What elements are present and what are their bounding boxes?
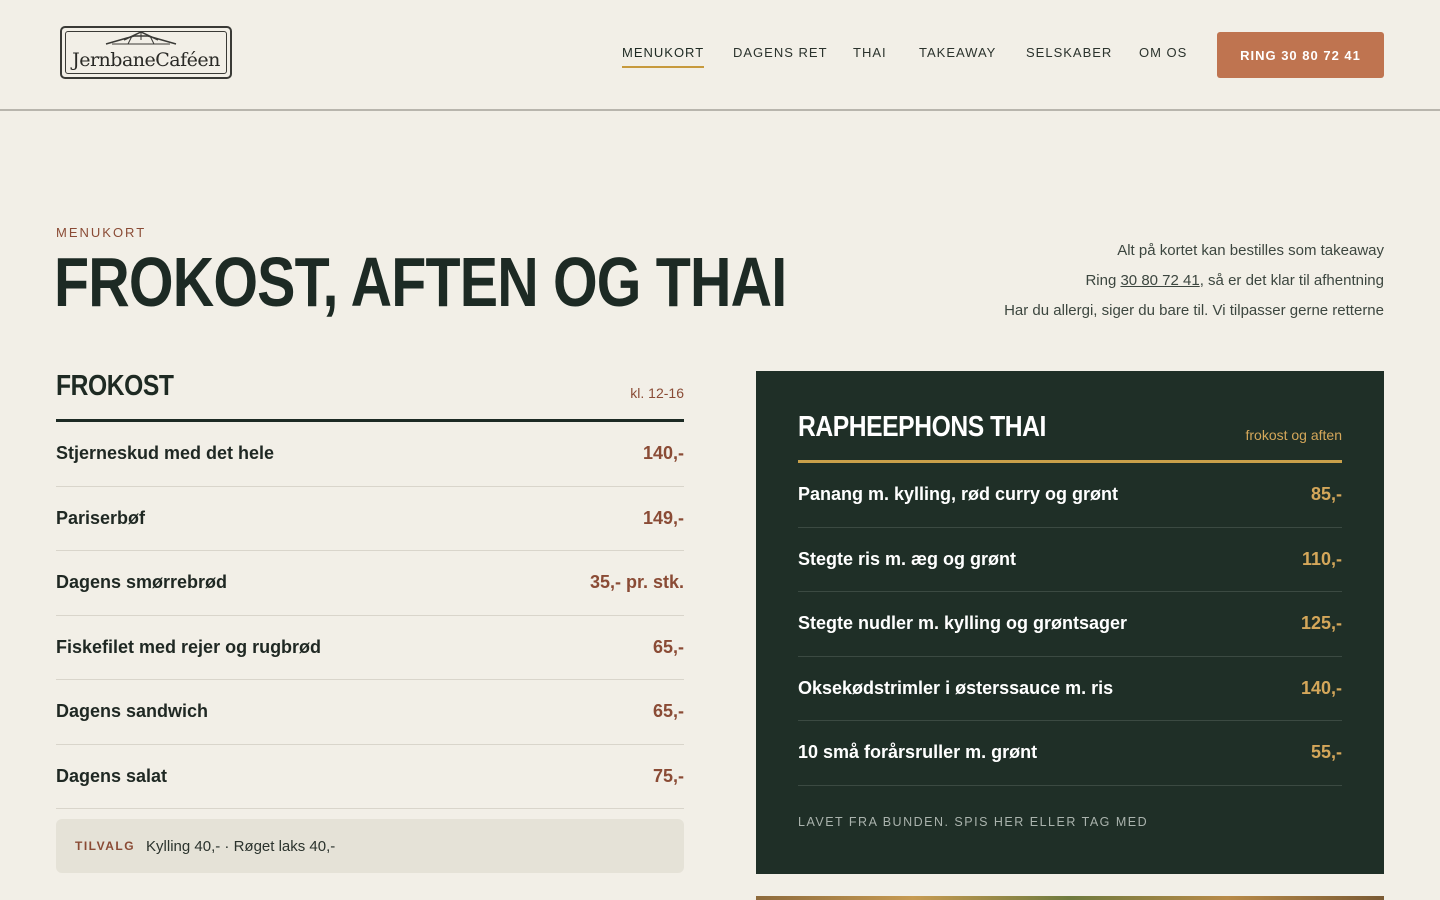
frokost-section: FROKOST kl. 12-16 Stjerneskud med det he… [56,370,684,873]
train-roof-icon [105,31,177,45]
tilvalg-text: Kylling 40,- · Røget laks 40,- [146,837,336,855]
item-price: 110,- [1301,548,1342,569]
item-name: Oksekødstrimler i østerssauce m. ris [798,677,1114,698]
thai-time: frokost og aften [1245,427,1342,443]
page-title: FROKOST, AFTEN OG THAI [54,243,787,321]
site-header: JernbaneCaféen MENUKORT DAGENS RET THAI … [0,0,1440,111]
item-name: Dagens salat [56,765,168,786]
item-name: Stjerneskud med det hele [56,443,275,464]
item-name: Fiskefilet med rejer og rugbrød [56,636,322,657]
menu-item: Fiskefilet med rejer og rugbrød 65,- [56,616,684,680]
thai-panel: RAPHEEPHONS THAI frokost og aften Panang… [756,371,1384,874]
tilvalg-box: TILVALG Kylling 40,- · Røget laks 40,- [56,819,684,873]
thai-header: RAPHEEPHONS THAI frokost og aften [798,371,1342,463]
nav-takeaway[interactable]: TAKEAWAY [919,45,996,60]
menu-item: Stegte nudler m. kylling og grøntsager 1… [798,592,1342,657]
phone-link[interactable]: 30 80 72 41 [1120,272,1199,289]
item-price: 125,- [1300,613,1342,634]
item-price: 140,- [642,443,684,464]
item-name: Dagens sandwich [56,701,209,722]
menu-item: 10 små forårsruller m. grønt 55,- [798,721,1342,786]
section-eyebrow: MENUKORT [56,225,147,240]
nav-thai[interactable]: THAI [853,45,887,60]
thai-title: RAPHEEPHONS THAI [798,411,1046,443]
menu-item: Panang m. kylling, rød curry og grønt 85… [798,463,1342,528]
info-line-3: Har du allergi, siger du bare til. Vi ti… [1004,302,1384,319]
item-name: Stegte nudler m. kylling og grøntsager [798,613,1128,634]
menu-item: Stjerneskud med det hele 140,- [56,422,684,487]
nav-om-os[interactable]: OM OS [1139,45,1187,60]
item-price: 140,- [1300,677,1342,698]
item-price: 35,- pr. stk. [589,572,684,593]
frokost-title: FROKOST [56,370,174,402]
nav-dagens-ret[interactable]: DAGENS RET [733,45,828,60]
info-line-2: Ring 30 80 72 41, så er det klar til afh… [1004,266,1384,296]
item-name: Stegte ris m. æg og grønt [798,548,1017,569]
info-line-1: Alt på kortet kan bestilles som takeaway [1117,242,1384,259]
logo-text: JernbaneCaféen [72,49,220,71]
frokost-header: FROKOST kl. 12-16 [56,370,684,422]
item-price: 149,- [642,507,684,528]
menu-item: Oksekødstrimler i østerssauce m. ris 140… [798,657,1342,721]
item-price: 65,- [652,701,684,722]
thai-footer-note: LAVET FRA BUNDEN. SPIS HER ELLER TAG MED [798,815,1149,829]
item-name: Pariserbøf [56,507,146,528]
logo[interactable]: JernbaneCaféen [60,26,232,79]
item-name: Panang m. kylling, rød curry og grønt [798,484,1119,505]
item-price: 75,- [652,765,684,786]
item-price: 85,- [1310,484,1342,505]
item-price: 65,- [652,636,684,657]
menu-item: Dagens sandwich 65,- [56,680,684,745]
nav-menukort[interactable]: MENUKORT [622,45,705,68]
item-price: 55,- [1310,742,1342,763]
food-photo [756,896,1384,900]
menu-item: Dagens smørrebrød 35,- pr. stk. [56,551,684,616]
tilvalg-label: TILVALG [75,839,136,853]
menu-item: Dagens salat 75,- [56,745,684,809]
frokost-time: kl. 12-16 [630,385,684,401]
menu-item: Stegte ris m. æg og grønt 110,- [798,528,1342,592]
info-line-2-prefix: Ring [1085,272,1121,289]
menu-item: Pariserbøf 149,- [56,487,684,551]
takeaway-info: Alt på kortet kan bestilles som takeaway… [1004,236,1384,326]
nav-selskaber[interactable]: SELSKABER [1026,45,1112,60]
info-line-2-suffix: , så er det klar til afhentning [1199,272,1384,289]
item-name: Dagens smørrebrød [56,572,228,593]
item-name: 10 små forårsruller m. grønt [798,742,1038,763]
call-button[interactable]: RING 30 80 72 41 [1217,32,1384,78]
